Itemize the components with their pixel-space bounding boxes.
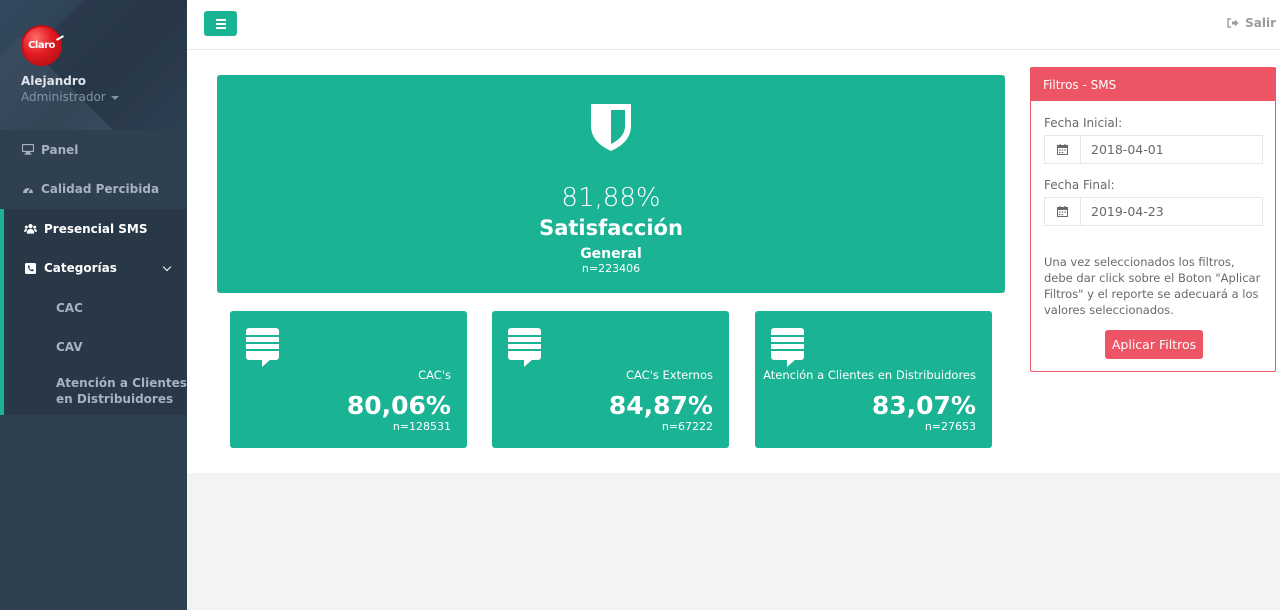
start-date-label: Fecha Inicial: — [1044, 116, 1123, 130]
filter-panel-title: Filtros - SMS — [1031, 68, 1275, 101]
monitor-icon — [21, 144, 34, 156]
general-satisfaction-subtitle: General — [580, 246, 642, 262]
metric-card-sample-size: n=128531 — [392, 420, 451, 433]
chat-bubble-icon — [771, 328, 804, 367]
metric-card-distribuidores: Atención a Clientes en Distribuidores 83… — [755, 311, 992, 448]
phone-square-icon — [24, 262, 37, 274]
metric-card-value: 80,06% — [346, 391, 451, 420]
sidebar-nav: Panel Calidad Percibida Presencial SMS C… — [0, 130, 187, 288]
sidebar-item-calidad-percibida[interactable]: Calidad Percibida — [0, 170, 187, 210]
user-name: Alejandro — [21, 74, 87, 88]
submenu-item-distribuidores[interactable]: Atención a Clientes en Distribuidores — [4, 367, 187, 407]
dashboard-gauge-icon — [21, 183, 34, 195]
main-content: 81,88% Satisfacción General n=223406 CAC… — [187, 50, 1280, 473]
users-icon — [24, 223, 37, 235]
submenu-item-cav[interactable]: CAV — [4, 328, 187, 368]
submenu-item-cac[interactable]: CAC — [4, 288, 187, 328]
claro-logo: Claro — [21, 25, 64, 66]
user-role-dropdown[interactable]: Administrador — [21, 90, 187, 104]
caret-down-icon — [110, 95, 119, 100]
start-date-field[interactable]: 2018-04-01 — [1044, 135, 1263, 164]
sidebar-item-label: Panel — [41, 142, 79, 157]
metric-card-value: 84,87% — [608, 391, 713, 420]
general-satisfaction-title: Satisfacción — [539, 216, 683, 240]
sidebar-item-panel[interactable]: Panel — [0, 130, 187, 170]
chat-bubble-icon — [508, 328, 541, 367]
sidebar-item-label: Calidad Percibida — [41, 182, 160, 197]
end-date-value: 2019-04-23 — [1091, 204, 1164, 219]
apply-filters-button[interactable]: Aplicar Filtros — [1105, 330, 1203, 359]
metric-card-sample-size: n=27653 — [924, 420, 976, 433]
metric-card-sample-size: n=67222 — [661, 420, 713, 433]
end-date-label: Fecha Final: — [1044, 178, 1115, 192]
user-role-label: Administrador — [21, 90, 106, 104]
top-navbar: Salir — [187, 0, 1280, 50]
logo-text: Claro — [28, 40, 55, 51]
metric-card-value: 83,07% — [871, 391, 976, 420]
general-sample-size: n=223406 — [581, 262, 641, 275]
filter-help-text: Una vez seleccionados los filtros, debe … — [1044, 255, 1261, 317]
general-satisfaction-value: 81,88% — [561, 183, 661, 213]
metric-card-label: CAC's — [418, 368, 451, 382]
metric-card-label: CAC's Externos — [625, 368, 713, 382]
metric-card-label: Atención a Clientes en Distribuidores — [763, 368, 976, 382]
chevron-down-icon — [162, 262, 172, 271]
profile-header: Claro Alejandro Administrador — [0, 0, 187, 130]
sidebar-item-categorias[interactable]: Categorías — [0, 248, 187, 288]
logout-label: Salir — [1245, 16, 1276, 30]
hamburger-menu-icon — [215, 18, 226, 21]
end-date-field[interactable]: 2019-04-23 — [1044, 197, 1263, 226]
calendar-icon — [1045, 198, 1081, 225]
metric-card-cac-externos: CAC's Externos 84,87% n=67222 — [492, 311, 729, 448]
metric-card-cac: CAC's 80,06% n=128531 — [230, 311, 467, 448]
sign-out-icon — [1227, 18, 1239, 28]
calendar-icon — [1045, 136, 1081, 163]
sidebar-item-presencial-sms[interactable]: Presencial SMS — [0, 209, 187, 249]
sidebar-item-label: Categorías — [44, 261, 117, 276]
logout-link[interactable]: Salir — [1227, 16, 1276, 30]
shield-icon — [591, 104, 631, 151]
filter-panel: Filtros - SMS Fecha Inicial: 2018-04-01 … — [1030, 67, 1276, 372]
sidebar: Claro Alejandro Administrador Panel Cali… — [0, 0, 187, 610]
hamburger-menu-button[interactable] — [204, 11, 237, 36]
sidebar-item-label: Presencial SMS — [44, 221, 148, 236]
categorias-submenu: CAC CAV Atención a Clientes en Distribui… — [0, 288, 187, 415]
start-date-value: 2018-04-01 — [1091, 142, 1164, 157]
general-satisfaction-widget: 81,88% Satisfacción General n=223406 — [217, 75, 1005, 293]
chat-bubble-icon — [246, 328, 279, 367]
